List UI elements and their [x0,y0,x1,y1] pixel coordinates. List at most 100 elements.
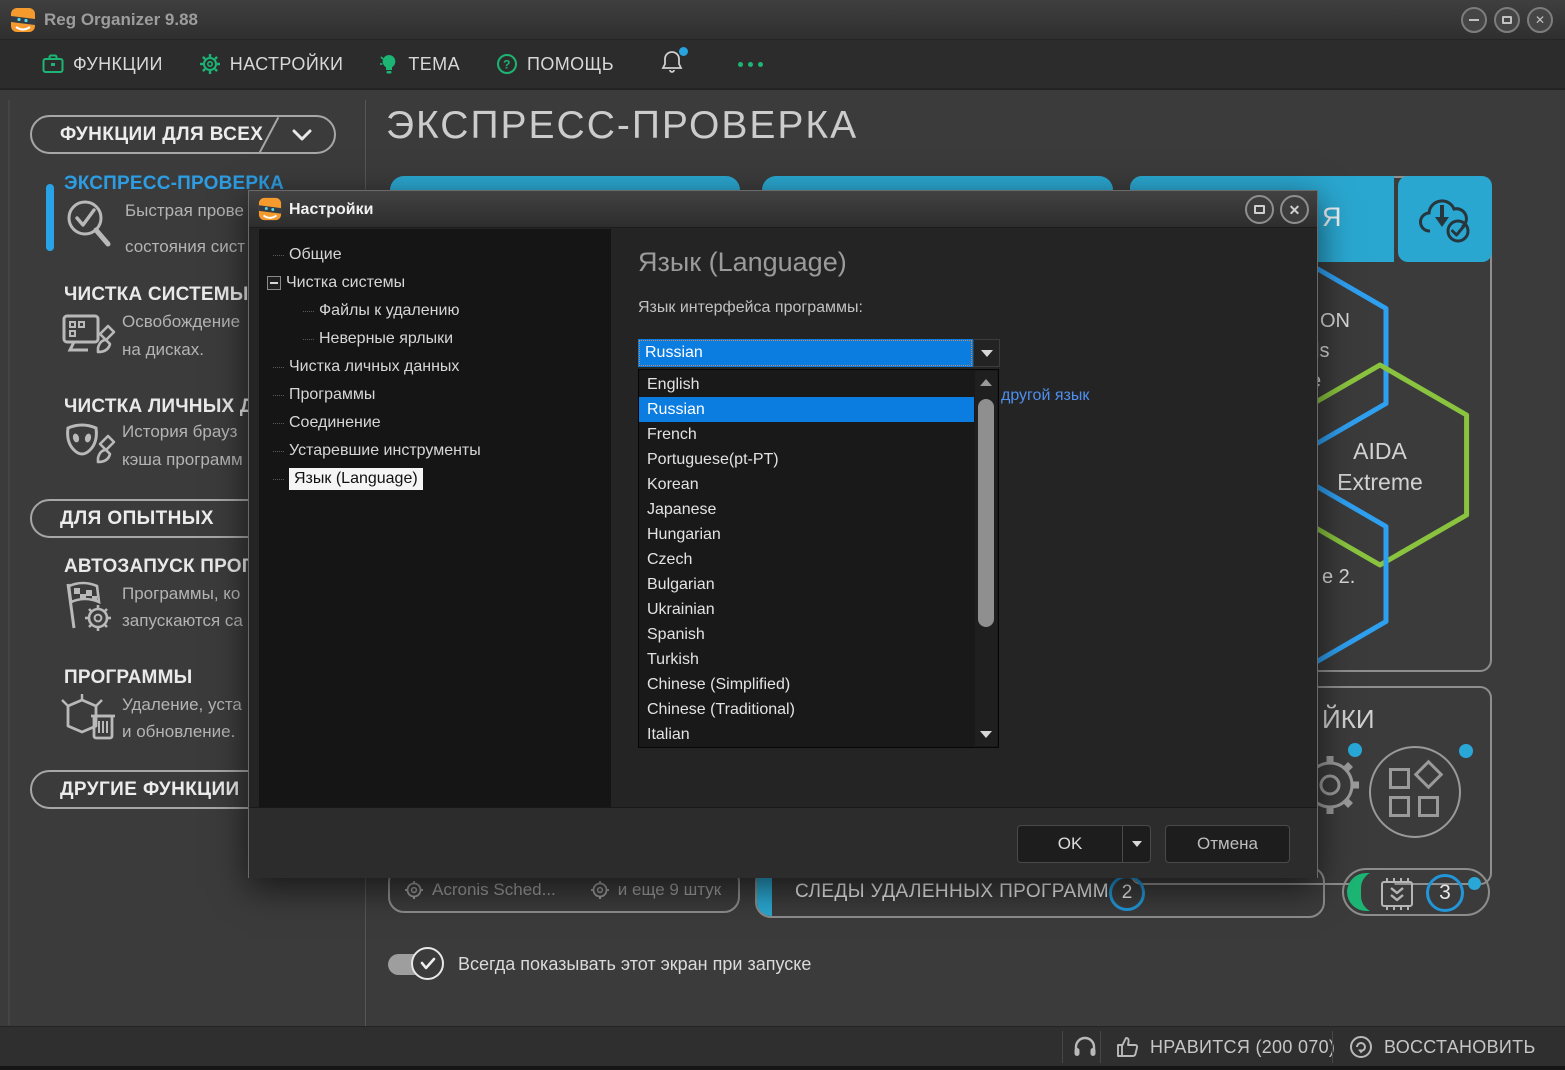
hex-bottom-text: e 2. [1322,566,1355,589]
chevron-down-icon [292,129,312,142]
language-option[interactable]: Spanish [639,622,974,647]
dialog-minimize-button[interactable] [1245,195,1274,224]
menu-functions[interactable]: ФУНКЦИИ [28,46,177,83]
app-title: Reg Organizer 9.88 [44,0,198,40]
tree-item[interactable]: Неверные ярлыки [259,325,611,353]
menubar: ФУНКЦИИ НАСТРОЙКИ ТЕМА [0,40,1565,90]
sidebar-item-desc: История брауз [122,422,237,442]
gear-small-icon [404,880,424,900]
restore-button[interactable]: ВОССТАНОВИТЬ [1348,1027,1536,1067]
app-logo-icon [10,7,36,33]
cancel-button[interactable]: Отмена [1165,825,1290,863]
box-trash-icon [60,690,118,748]
restore-label: ВОССТАНОВИТЬ [1384,1037,1536,1058]
monitor-brush-icon [60,308,118,366]
language-combobox[interactable]: Russian [638,339,973,367]
sidebar-item-desc: Программы, ко [122,584,240,604]
dialog-footer: OK Отмена [249,807,1317,878]
sidebar-item-desc: на дисках. [122,340,204,360]
flag-gear-icon [60,578,118,636]
scrollbar-thumb[interactable] [978,399,994,627]
updates-count-badge: 3 [1426,874,1464,912]
tree-item[interactable]: Язык (Language) [259,465,611,493]
tree-item[interactable]: Общие [259,241,611,269]
tree-item[interactable]: Устаревшие инструменты [259,437,611,465]
close-button[interactable]: ✕ [1527,7,1553,33]
hex-aida-label: AIDA Extreme [1300,436,1460,498]
page-title: ЭКСПРЕСС-ПРОВЕРКА [386,104,858,148]
scroll-up-icon[interactable] [980,379,992,386]
tree-connector [273,395,284,396]
tree-item[interactable]: Соединение [259,409,611,437]
sidebar-item-title: АВТОЗАПУСК ПРОГРА [64,556,278,578]
ok-dropdown-button[interactable] [1122,826,1150,862]
show-on-startup-row: Всегда показывать этот экран при запуске [388,946,811,982]
language-option[interactable]: Russian [639,397,974,422]
language-option[interactable]: Ukrainian [639,597,974,622]
notification-dot [1468,877,1481,890]
language-option[interactable]: Portuguese(pt-PT) [639,447,974,472]
menu-help[interactable]: ? ПОМОЩЬ [482,45,628,83]
settings-card-title: ЙКИ [1322,704,1375,735]
language-option[interactable]: Turkish [639,647,974,672]
sidebar-item-desc: кэша программ [122,450,243,470]
language-option[interactable]: Bulgarian [639,572,974,597]
scroll-down-icon[interactable] [980,731,992,738]
svg-text:?: ? [503,58,511,72]
tree-item-label: Чистка системы [286,274,405,292]
language-option[interactable]: Korean [639,472,974,497]
listbox-scrollbar[interactable] [975,371,997,746]
language-option[interactable]: Japanese [639,497,974,522]
ok-button[interactable]: OK [1017,825,1151,863]
window-bottom-edge [0,1066,1565,1070]
tree-item[interactable]: Программы [259,381,611,409]
minimize-button[interactable] [1461,7,1487,33]
language-combobox-button[interactable] [973,339,1000,367]
tree-item-label: Язык (Language) [289,468,423,490]
tree-expander-icon[interactable] [267,276,281,290]
tree-item[interactable]: Чистка личных данных [259,353,611,381]
tree-connector [273,367,284,368]
language-option[interactable]: Chinese (Simplified) [639,672,974,697]
menu-functions-label: ФУНКЦИИ [73,54,163,75]
notifications-button[interactable] [650,43,694,86]
dialog-titlebar[interactable]: Настройки ✕ [249,191,1317,228]
support-button[interactable] [1072,1027,1098,1067]
tree-item[interactable]: Чистка системы [259,269,611,297]
more-menu-button[interactable] [728,54,773,75]
dialog-close-button[interactable]: ✕ [1280,195,1309,224]
tree-item-label: Чистка личных данных [289,358,459,376]
ok-label: OK [1018,834,1122,854]
like-button[interactable]: НРАВИТСЯ (200 070) [1116,1027,1335,1067]
startup-app-name: Acronis Sched... [432,880,556,900]
language-option[interactable]: Chinese (Traditional) [639,697,974,722]
language-option[interactable]: Czech [639,547,974,572]
tree-connector [303,311,314,312]
sidebar-edge-line [8,100,10,1025]
language-option[interactable]: Italian [639,722,974,747]
tree-item-label: Программы [289,386,375,404]
language-listbox[interactable]: EnglishRussianFrenchPortuguese(pt-PT)Kor… [638,369,999,748]
language-option[interactable]: Hungarian [639,522,974,547]
updates-pill[interactable]: 3 [1342,868,1490,916]
language-option[interactable]: English [639,372,974,397]
sidebar-item-title: ЧИСТКА СИСТЕМЫ [64,284,249,306]
mask-brush-icon [60,418,118,476]
other-language-link[interactable]: другой язык [1001,387,1089,405]
maximize-button[interactable] [1494,7,1520,33]
cancel-label: Отмена [1197,834,1258,854]
language-option[interactable]: French [639,422,974,447]
sidebar-group-all-label: ФУНКЦИИ ДЛЯ ВСЕХ [60,124,263,146]
tree-item[interactable]: Файлы к удалению [259,297,611,325]
language-listbox-items: EnglishRussianFrenchPortuguese(pt-PT)Kor… [639,372,998,747]
sidebar-group-all[interactable]: ФУНКЦИИ ДЛЯ ВСЕХ [30,115,336,154]
show-on-startup-toggle[interactable] [388,947,444,981]
menu-theme[interactable]: ТЕМА [365,45,474,83]
menu-settings[interactable]: НАСТРОЙКИ [185,45,358,83]
help-icon: ? [496,53,518,75]
dialog-logo-icon [258,197,282,221]
language-combobox-value: Russian [638,344,703,362]
sidebar-item-title: ЧИСТКА ЛИЧНЫХ ДА [64,396,268,418]
menu-theme-label: ТЕМА [408,54,460,75]
statusbar: НРАВИТСЯ (200 070) ВОССТАНОВИТЬ [0,1026,1565,1066]
